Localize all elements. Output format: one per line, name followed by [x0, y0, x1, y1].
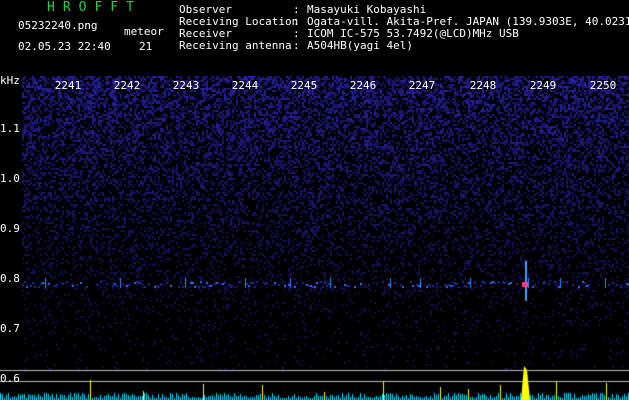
spectrogram-canvas — [0, 76, 629, 400]
app-title: HROFFT — [47, 0, 142, 15]
time-tick: 2244 — [231, 79, 259, 92]
file-name: 05232240.png — [18, 19, 98, 32]
time-tick: 2241 — [54, 79, 82, 92]
station-info: Observer: Masayuki Kobayashi Receiving Lo… — [179, 4, 629, 52]
frequency-tick: 1.0 — [0, 172, 20, 185]
time-tick: 2243 — [172, 79, 200, 92]
frequency-tick: 0.6 — [0, 372, 20, 385]
time-tick: 2250 — [589, 79, 617, 92]
time-tick: 2242 — [113, 79, 141, 92]
time-tick: 2246 — [349, 79, 377, 92]
meteor-label: meteor — [124, 25, 164, 38]
frequency-tick: 1.1 — [0, 122, 20, 135]
time-tick: 2247 — [408, 79, 436, 92]
frequency-tick: 0.7 — [0, 322, 20, 335]
frequency-tick: 0.9 — [0, 222, 20, 235]
frequency-tick: 0.8 — [0, 272, 20, 285]
header: HROFFT 05232240.png 02.05.23 22:40 meteo… — [0, 0, 629, 74]
meteor-count: 21 — [139, 40, 153, 53]
time-tick: 2249 — [529, 79, 557, 92]
date-time: 02.05.23 22:40 — [18, 40, 111, 53]
frequency-unit-label: kHz — [0, 74, 20, 87]
time-tick: 2248 — [469, 79, 497, 92]
time-tick: 2245 — [290, 79, 318, 92]
info-row-antenna: Receiving antenna: A504HB(yagi 4el) — [179, 39, 413, 52]
